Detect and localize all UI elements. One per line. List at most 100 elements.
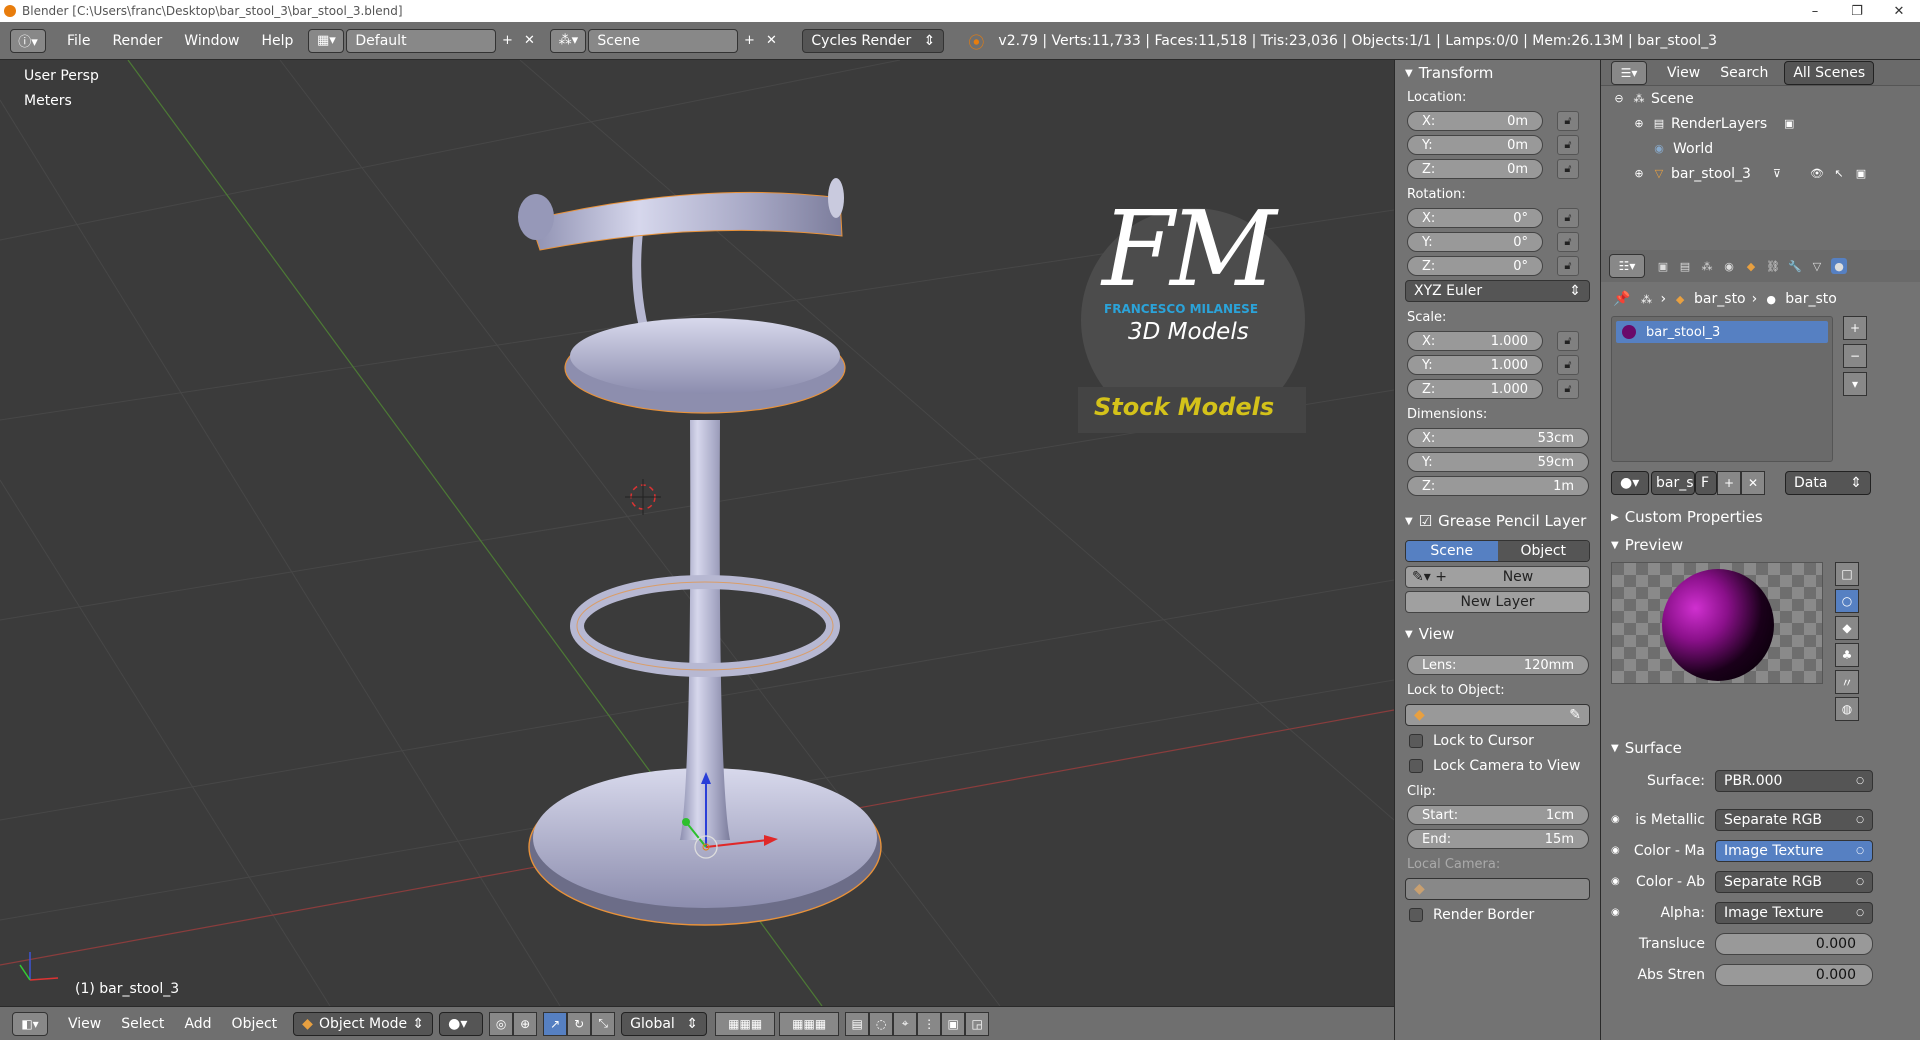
lock-icon[interactable]: 🔓︎ bbox=[1557, 232, 1579, 252]
view-panel-header[interactable]: ▼ View bbox=[1395, 623, 1600, 645]
rotation-y-field[interactable]: Y: 0° bbox=[1407, 232, 1543, 252]
unlink-material-icon[interactable]: ✕ bbox=[1741, 471, 1765, 495]
preview-hair-icon[interactable]: 〃 bbox=[1835, 670, 1859, 694]
scene-field[interactable]: Scene bbox=[588, 28, 739, 53]
checkbox-checked-icon[interactable]: ☑ bbox=[1419, 512, 1432, 530]
screen-layout-icon[interactable]: ▦▾ bbox=[308, 28, 345, 53]
scene-tab-icon[interactable]: ⁂ bbox=[1699, 258, 1715, 274]
outliner-search-menu[interactable]: Search bbox=[1710, 65, 1778, 81]
world-tab-icon[interactable]: ◉ bbox=[1721, 258, 1737, 274]
render-tab-icon[interactable]: ▣ bbox=[1655, 258, 1671, 274]
outliner[interactable]: ☰▾ View Search All Scenes ⊖ ⁂ Scene ⊕ ▤ Rend… bbox=[1600, 60, 1920, 250]
preview-monkey-icon[interactable]: ♣ bbox=[1835, 643, 1859, 667]
snap-target-icon[interactable]: ⋮ bbox=[917, 1011, 942, 1036]
outliner-scene-row[interactable]: ⊖ ⁂ Scene bbox=[1601, 86, 1920, 111]
object-tab-icon[interactable]: ◆ bbox=[1743, 258, 1759, 274]
checkbox[interactable] bbox=[1409, 907, 1423, 922]
material-slot-row[interactable]: bar_stool_3 bbox=[1616, 321, 1828, 343]
menu-object[interactable]: Object bbox=[222, 1016, 288, 1032]
dimensions-z-field[interactable]: Z: 1m bbox=[1407, 476, 1589, 496]
location-x-field[interactable]: X: 0m bbox=[1407, 111, 1543, 131]
3d-viewport[interactable]: User Persp Meters (1) bar_stool_3 FM FRA… bbox=[0, 60, 1394, 1006]
surface-header[interactable]: ▼ Surface bbox=[1601, 737, 1920, 759]
surface-input-select[interactable]: Image Texture ○ bbox=[1715, 901, 1873, 924]
modifiers-tab-icon[interactable]: 🔧 bbox=[1787, 258, 1803, 274]
surface-input-select[interactable]: Separate RGB ○ bbox=[1715, 870, 1873, 893]
surface-slider[interactable]: 0.000 bbox=[1715, 932, 1873, 955]
checkbox[interactable] bbox=[1409, 758, 1423, 773]
constraints-tab-icon[interactable]: ⛓ bbox=[1765, 258, 1781, 274]
render-result-icon[interactable]: ▣ bbox=[1781, 116, 1797, 132]
remove-slot-icon[interactable]: − bbox=[1843, 344, 1867, 368]
pin-icon[interactable]: 📌 bbox=[1613, 291, 1630, 307]
scale-icon[interactable]: ⤡ bbox=[591, 1011, 616, 1036]
outliner-object-row[interactable]: ⊕ ▽ bar_stool_3 ⊽ 👁 ↖ ▣ bbox=[1601, 161, 1920, 186]
selectable-arrow-icon[interactable]: ↖ bbox=[1831, 166, 1847, 182]
lock-icon[interactable]: 🔓︎ bbox=[1557, 208, 1579, 228]
remove-layout-icon[interactable]: ✕ bbox=[518, 29, 540, 53]
maximize-button[interactable]: ❐ bbox=[1836, 4, 1878, 19]
outliner-renderlayers-row[interactable]: ⊕ ▤ RenderLayers ▣ bbox=[1601, 111, 1920, 136]
menu-select[interactable]: Select bbox=[111, 1016, 174, 1032]
socket-icon[interactable]: ◉ bbox=[1611, 876, 1625, 887]
editor-type-outliner-icon[interactable]: ☰▾ bbox=[1611, 60, 1647, 85]
lock-icon[interactable]: 🔓︎ bbox=[1557, 256, 1579, 276]
lock-icon[interactable]: 🔓︎ bbox=[1557, 159, 1579, 179]
proportional-edit-icon[interactable]: ◌ bbox=[869, 1011, 894, 1036]
lock-object-field[interactable]: ◆ ✎ bbox=[1405, 704, 1590, 726]
shading-select[interactable]: ●▾ bbox=[439, 1011, 484, 1036]
tab-object[interactable]: Object bbox=[1497, 541, 1589, 561]
menu-window[interactable]: Window bbox=[173, 33, 250, 49]
outliner-view-menu[interactable]: View bbox=[1657, 65, 1710, 81]
scale-y-field[interactable]: Y: 1.000 bbox=[1407, 355, 1543, 375]
material-tab-icon[interactable]: ● bbox=[1831, 258, 1847, 274]
rotation-mode-select[interactable]: XYZ Euler ⇕ bbox=[1405, 280, 1590, 302]
transform-panel-header[interactable]: ▼ Transform bbox=[1395, 62, 1600, 84]
expand-icon[interactable]: ⊕ bbox=[1631, 166, 1647, 182]
menu-render[interactable]: Render bbox=[101, 33, 173, 49]
rotation-z-field[interactable]: Z: 0° bbox=[1407, 256, 1543, 276]
lock-camera-checkbox[interactable]: Lock Camera to View bbox=[1395, 753, 1600, 778]
fake-user-button[interactable]: F bbox=[1695, 471, 1717, 495]
scale-z-field[interactable]: Z: 1.000 bbox=[1407, 379, 1543, 399]
render-anim-icon[interactable]: ◲ bbox=[965, 1011, 990, 1036]
preview-header[interactable]: ▼ Preview bbox=[1601, 534, 1920, 556]
new-material-icon[interactable]: + bbox=[1717, 471, 1741, 495]
layers-grid-2-icon[interactable]: ▦▦▦ bbox=[779, 1011, 840, 1036]
data-tab-icon[interactable]: ▽ bbox=[1809, 258, 1825, 274]
mode-select[interactable]: ◆ Object Mode ⇕ bbox=[293, 1011, 434, 1036]
layers-tab-icon[interactable]: ▤ bbox=[1677, 258, 1693, 274]
menu-add[interactable]: Add bbox=[174, 1016, 221, 1032]
manipulator-toggle-icon[interactable]: ⊕ bbox=[513, 1011, 538, 1036]
editor-type-info-icon[interactable]: ⓘ▾ bbox=[10, 28, 46, 53]
remove-scene-icon[interactable]: ✕ bbox=[760, 29, 782, 53]
socket-icon[interactable]: ◉ bbox=[1611, 907, 1625, 918]
clip-end-field[interactable]: End: 15m bbox=[1407, 829, 1589, 849]
surface-slider[interactable]: 0.000 bbox=[1715, 963, 1873, 986]
minimize-button[interactable]: – bbox=[1794, 4, 1836, 19]
link-select[interactable]: Data ⇕ bbox=[1785, 471, 1871, 495]
opengl-render-icon[interactable]: ▣ bbox=[941, 1011, 966, 1036]
translate-icon[interactable]: ↗ bbox=[543, 1011, 568, 1036]
collapse-icon[interactable]: ⊖ bbox=[1611, 91, 1627, 107]
render-engine-select[interactable]: Cycles Render ⇕ bbox=[802, 28, 945, 53]
visibility-eye-icon[interactable]: 👁 bbox=[1809, 166, 1825, 182]
dimensions-x-field[interactable]: X: 53cm bbox=[1407, 428, 1589, 448]
expand-icon[interactable]: ⊕ bbox=[1631, 116, 1647, 132]
grease-pencil-panel-header[interactable]: ▼ ☑ Grease Pencil Layer bbox=[1395, 510, 1600, 532]
close-button[interactable]: ✕ bbox=[1878, 4, 1920, 19]
lock-icon[interactable]: 🔓︎ bbox=[1557, 355, 1579, 375]
preview-cube-icon[interactable]: ◆ bbox=[1835, 616, 1859, 640]
preview-sphere-icon[interactable]: ○ bbox=[1835, 589, 1859, 613]
properties-editor[interactable]: ☷▾ ▣ ▤ ⁂ ◉ ◆ ⛓ 🔧 ▽ ● 📌 ⁂ › ◆ bar_sto › ● bar… bbox=[1600, 250, 1920, 1040]
scale-x-field[interactable]: X: 1.000 bbox=[1407, 331, 1543, 351]
snap-icon[interactable]: ⌖ bbox=[893, 1011, 918, 1036]
clip-start-field[interactable]: Start: 1cm bbox=[1407, 805, 1589, 825]
lock-layer-icon[interactable]: ▤ bbox=[845, 1011, 870, 1036]
lock-cursor-checkbox[interactable]: Lock to Cursor bbox=[1395, 728, 1600, 753]
lock-icon[interactable]: 🔓︎ bbox=[1557, 111, 1579, 131]
bar-stool-object[interactable] bbox=[518, 178, 882, 926]
add-layout-icon[interactable]: + bbox=[496, 29, 518, 53]
add-scene-icon[interactable]: + bbox=[738, 29, 760, 53]
new-layer-button[interactable]: New Layer bbox=[1405, 591, 1590, 613]
